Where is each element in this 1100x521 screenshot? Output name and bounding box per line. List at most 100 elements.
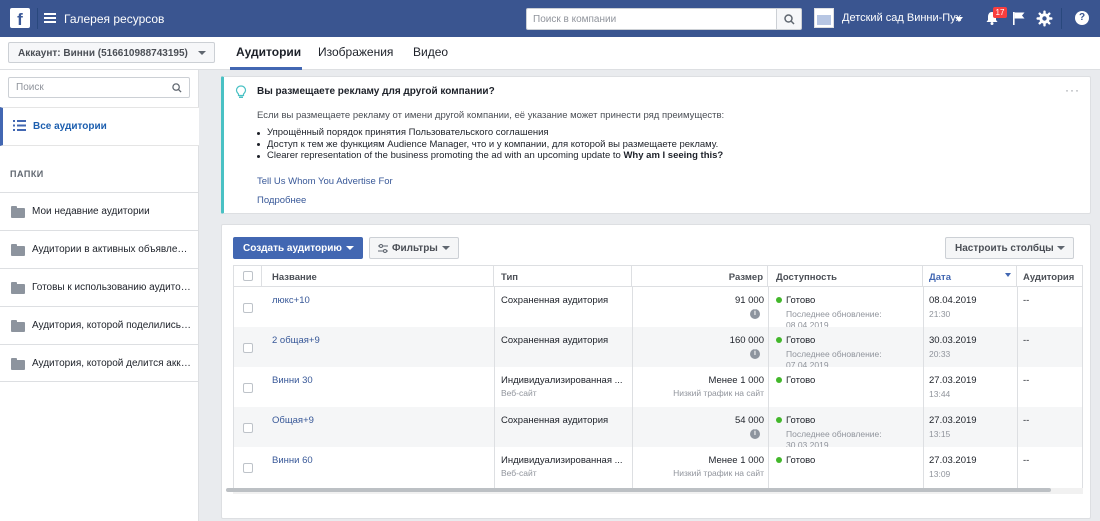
header-availability[interactable]: Доступность — [768, 266, 923, 287]
business-selector[interactable]: Детский сад Винни-Пух — [814, 8, 966, 30]
facebook-logo-icon[interactable]: f — [10, 8, 30, 28]
sidebar-folder-recent[interactable]: Мои недавние аудитории — [0, 192, 199, 230]
table-row[interactable]: Винни 30 Индивидуализированная ... Веб-с… — [234, 367, 1082, 407]
flag-icon[interactable] — [1012, 11, 1026, 26]
audience-audience: -- — [1023, 335, 1030, 346]
info-bullet-list: Упрощённый порядок принятия Пользователь… — [257, 127, 723, 162]
help-icon[interactable]: ? — [1075, 11, 1089, 25]
create-audience-button[interactable]: Создать аудиторию — [233, 237, 363, 259]
header-audience[interactable]: Аудитория — [1017, 266, 1082, 287]
lightbulb-icon — [235, 85, 247, 98]
hamburger-menu-icon[interactable] — [44, 13, 56, 23]
account-label: Аккаунт: Винни (516610988743195) — [18, 48, 188, 59]
table-row[interactable]: Винни 60 Индивидуализированная ... Веб-с… — [234, 447, 1082, 487]
more-options-icon[interactable]: ··· — [1065, 83, 1080, 97]
audience-name-link[interactable]: Винни 60 — [272, 455, 313, 466]
info-icon[interactable]: i — [750, 309, 760, 319]
divider — [1061, 8, 1062, 29]
info-icon[interactable]: i — [750, 349, 760, 359]
audience-status-sub: Последнее обновление: 30.03.2019 — [786, 429, 882, 447]
business-thumbnail — [814, 8, 834, 28]
audience-date: 27.03.2019 — [929, 455, 977, 466]
row-checkbox[interactable] — [243, 383, 253, 393]
tab-audiences[interactable]: Аудитории — [236, 45, 301, 59]
filters-label: Фильтры — [392, 243, 438, 254]
audience-status: Готово — [786, 375, 816, 386]
header-date-label: Дата — [929, 272, 951, 283]
audiences-panel: Создать аудиторию Фильтры Настроить стол… — [221, 224, 1091, 519]
audience-status-sub: Последнее обновление: 07.04.2019 — [786, 349, 882, 367]
audience-status-sub: Последнее обновление: 08.04.2019 — [786, 309, 882, 327]
app-title[interactable]: Галерея ресурсов — [64, 12, 164, 26]
sort-descending-icon — [1005, 273, 1011, 280]
audience-name-link[interactable]: 2 общая+9 — [272, 335, 320, 346]
audience-size-sub: Низкий трафик на сайт — [673, 468, 764, 478]
folder-icon — [11, 244, 25, 256]
table-row[interactable]: люкс+10 Сохраненная аудитория 91 000 i Г… — [234, 287, 1082, 327]
company-search-input[interactable] — [526, 8, 776, 30]
audience-size: 54 000 — [734, 415, 764, 426]
filters-button[interactable]: Фильтры — [369, 237, 459, 259]
sidebar-folder-shared-with-you[interactable]: Аудитория, которой поделились с вами — [0, 306, 199, 344]
learn-more-link[interactable]: Подробнее — [257, 195, 306, 206]
audience-time: 20:33 — [929, 349, 951, 359]
table-header: Название Тип Размер Доступность Дата Ауд… — [234, 266, 1082, 287]
tab-images[interactable]: Изображения — [318, 45, 393, 59]
audience-name-link[interactable]: Винни 30 — [272, 375, 313, 386]
audience-size-sub: Низкий трафик на сайт — [673, 388, 764, 398]
status-ready-dot — [776, 377, 782, 383]
folders-header: ПАПКИ — [10, 169, 44, 179]
status-ready-dot — [776, 297, 782, 303]
audience-name-link[interactable]: люкс+10 — [272, 295, 310, 306]
business-name: Детский сад Винни-Пух — [842, 12, 962, 24]
account-selector[interactable]: Аккаунт: Винни (516610988743195) — [8, 42, 215, 63]
horizontal-scrollbar-thumb[interactable] — [226, 488, 1051, 492]
sidebar-item-all-audiences[interactable]: Все аудитории — [0, 107, 199, 146]
header-select-cell — [234, 266, 262, 287]
header-type[interactable]: Тип — [494, 266, 632, 287]
info-bullet: Clearer representation of the business p… — [257, 150, 723, 162]
row-checkbox[interactable] — [243, 303, 253, 313]
tell-us-whom-you-advertise-for-link[interactable]: Tell Us Whom You Advertise For — [257, 176, 393, 187]
audience-size: Менее 1 000 — [708, 375, 764, 386]
row-checkbox[interactable] — [243, 423, 253, 433]
audience-type: Сохраненная аудитория — [501, 335, 609, 346]
audience-type: Индивидуализированная ... — [501, 375, 623, 386]
tab-video[interactable]: Видео — [413, 45, 448, 59]
audience-status: Готово — [786, 295, 816, 306]
sidebar-folder-active-ads[interactable]: Аудитории в активных объявлениях — [0, 230, 199, 268]
column-divider — [632, 287, 633, 491]
search-icon — [784, 14, 795, 25]
sidebar-folder-ready[interactable]: Готовы к использованию аудитории — [0, 268, 199, 306]
gear-icon[interactable] — [1036, 10, 1053, 27]
status-ready-dot — [776, 417, 782, 423]
audience-name-link[interactable]: Общая+9 — [272, 415, 314, 426]
info-icon[interactable]: i — [750, 429, 760, 439]
folder-icon — [11, 358, 25, 370]
select-all-checkbox[interactable] — [243, 271, 253, 281]
search-icon[interactable] — [172, 83, 182, 93]
sidebar-folder-shared-by-account[interactable]: Аудитория, которой делится аккаунт — [0, 344, 199, 382]
folder-icon — [11, 320, 25, 332]
active-tab-indicator — [230, 67, 302, 70]
row-checkbox[interactable] — [243, 463, 253, 473]
column-divider — [768, 287, 769, 491]
table-row[interactable]: 2 общая+9 Сохраненная аудитория 160 000 … — [234, 327, 1082, 367]
sidebar-search-input[interactable] — [8, 77, 190, 98]
audiences-table: Название Тип Размер Доступность Дата Ауд… — [233, 265, 1083, 492]
audience-size: 91 000 — [734, 295, 764, 306]
audience-time: 13:44 — [929, 389, 951, 399]
table-row[interactable]: Общая+9 Сохраненная аудитория 54 000 i Г… — [234, 407, 1082, 447]
audience-type: Индивидуализированная ... — [501, 455, 623, 466]
folder-label: Аудитории в активных объявлениях — [32, 244, 192, 255]
header-name[interactable]: Название — [262, 266, 494, 287]
customize-columns-button[interactable]: Настроить столбцы — [945, 237, 1074, 259]
filter-icon — [378, 244, 388, 253]
sub-navigation: Аккаунт: Винни (516610988743195) Аудитор… — [0, 37, 1100, 70]
header-size[interactable]: Размер — [632, 266, 768, 287]
header-date[interactable]: Дата — [923, 266, 1017, 287]
info-title: Вы размещаете рекламу для другой компани… — [257, 86, 495, 97]
search-button[interactable] — [776, 8, 802, 30]
audience-date: 08.04.2019 — [929, 295, 977, 306]
row-checkbox[interactable] — [243, 343, 253, 353]
